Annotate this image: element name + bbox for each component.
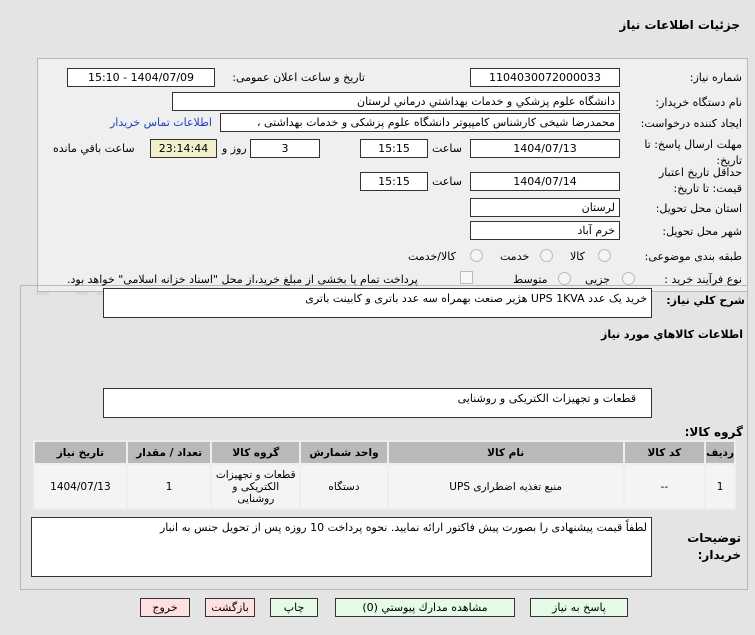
validity-label: حداقل تاریخ اعتبار قیمت: تا تاریخ: bbox=[658, 166, 742, 195]
process-minor-radio[interactable] bbox=[622, 272, 635, 285]
announce-field: 1404/07/09 - 15:10 bbox=[67, 68, 215, 87]
col-name: نام کالا bbox=[386, 440, 625, 465]
back-button[interactable]: بازگشت bbox=[205, 598, 255, 617]
creator-label: ایجاد کننده درخواست: bbox=[640, 117, 742, 130]
need-number-label: شماره نیاز: bbox=[689, 71, 742, 84]
province-label: استان محل تحویل: bbox=[655, 202, 742, 215]
buyer-contact-link[interactable]: اطلاعات تماس خریدار bbox=[110, 116, 212, 129]
col-qty: تعداد / مقدار bbox=[125, 440, 213, 465]
category-label: طبقه بندی موضوعی: bbox=[644, 250, 742, 263]
category-goods-label: کالا bbox=[570, 250, 585, 263]
remaining-time-field: 23:14:44 bbox=[150, 139, 217, 158]
cell-row: 1 bbox=[704, 463, 736, 510]
notes-label: توضیحات خریدار: bbox=[687, 531, 741, 562]
cell-code: -- bbox=[622, 463, 707, 510]
goods-group-label: گروه کالا: bbox=[684, 425, 743, 439]
exit-button[interactable]: خروج bbox=[140, 598, 190, 617]
description-textarea[interactable]: خرید یک عدد UPS 1KVA هژیر صنعت بهمراه سه… bbox=[103, 288, 652, 318]
col-group: گروه کالا bbox=[210, 440, 302, 465]
table-row: 1 -- منبع تغذیه اضطراری UPS دستگاه قطعات… bbox=[33, 463, 736, 510]
description-label: شرح کلي نياز: bbox=[666, 294, 745, 307]
validity-date-field: 1404/07/14 bbox=[470, 172, 620, 191]
creator-field: محمدرضا شیخی کارشناس کامپیوتر دانشگاه عل… bbox=[220, 113, 620, 132]
attachments-button[interactable]: مشاهده مدارك پیوستي (0) bbox=[335, 598, 515, 617]
cell-name: منبع تغذیه اضطراری UPS bbox=[386, 463, 625, 510]
table-header-row: ردیف کد کالا نام کالا واحد شمارش گروه کا… bbox=[33, 440, 736, 465]
cell-qty: 1 bbox=[125, 463, 213, 510]
col-unit: واحد شمارش bbox=[299, 440, 389, 465]
category-both-label: کالا/خدمت bbox=[408, 250, 456, 263]
goods-group-textarea[interactable]: قطعات و تجهیزات الکتریکی و روشنایی bbox=[103, 388, 652, 418]
category-both-radio[interactable] bbox=[470, 249, 483, 262]
deadline-time-field: 15:15 bbox=[360, 139, 428, 158]
cell-group: قطعات و تجهیزات الکتریکی و روشنایی bbox=[210, 463, 302, 510]
process-medium-label: متوسط bbox=[513, 273, 548, 286]
process-minor-label: جزیی bbox=[585, 273, 611, 286]
process-medium-radio[interactable] bbox=[558, 272, 571, 285]
deadline-date-field: 1404/07/13 bbox=[470, 139, 620, 158]
print-button[interactable]: چاپ bbox=[270, 598, 318, 617]
category-service-label: خدمت bbox=[500, 250, 530, 263]
announce-label: تاریخ و ساعت اعلان عمومی: bbox=[232, 71, 365, 84]
goods-table: ردیف کد کالا نام کالا واحد شمارش گروه کا… bbox=[33, 440, 736, 510]
goods-section-title: اطلاعات کالاهاي مورد نياز bbox=[601, 328, 743, 341]
category-goods-radio[interactable] bbox=[598, 249, 611, 262]
need-number-field: 1104030072000033 bbox=[470, 68, 620, 87]
process-label: نوع فرآیند خرید : bbox=[664, 273, 742, 286]
category-service-radio[interactable] bbox=[540, 249, 553, 262]
buyer-field: دانشگاه علوم پزشكي و خدمات بهداشتي درمان… bbox=[172, 92, 620, 111]
buyer-label: نام دستگاه خریدار: bbox=[655, 96, 742, 109]
col-code: کد کالا bbox=[622, 440, 707, 465]
validity-time-label: ساعت bbox=[432, 175, 462, 188]
page-title: جزئیات اطلاعات نیاز bbox=[619, 18, 740, 32]
city-label: شهر محل تحویل: bbox=[662, 225, 742, 238]
province-field: لرستان bbox=[470, 198, 620, 217]
col-date: تاریخ نیاز bbox=[33, 440, 128, 465]
col-row: ردیف bbox=[704, 440, 736, 465]
notes-textarea[interactable]: لطفاً قیمت پیشنهادی را بصورت پیش فاکتور … bbox=[31, 517, 652, 577]
cell-unit: دستگاه bbox=[299, 463, 389, 510]
days-label: روز و bbox=[222, 142, 247, 155]
payment-note: پرداخت تمام یا بخشی از مبلغ خرید،از محل … bbox=[67, 273, 418, 286]
city-field: خرم آباد bbox=[470, 221, 620, 240]
remaining-label: ساعت باقي مانده bbox=[53, 142, 135, 155]
days-field: 3 bbox=[250, 139, 320, 158]
reply-button[interactable]: پاسخ به نیاز bbox=[530, 598, 628, 617]
deadline-time-label: ساعت bbox=[432, 142, 462, 155]
treasury-payment-checkbox[interactable] bbox=[460, 271, 473, 284]
cell-date: 1404/07/13 bbox=[33, 463, 128, 510]
validity-time-field: 15:15 bbox=[360, 172, 428, 191]
